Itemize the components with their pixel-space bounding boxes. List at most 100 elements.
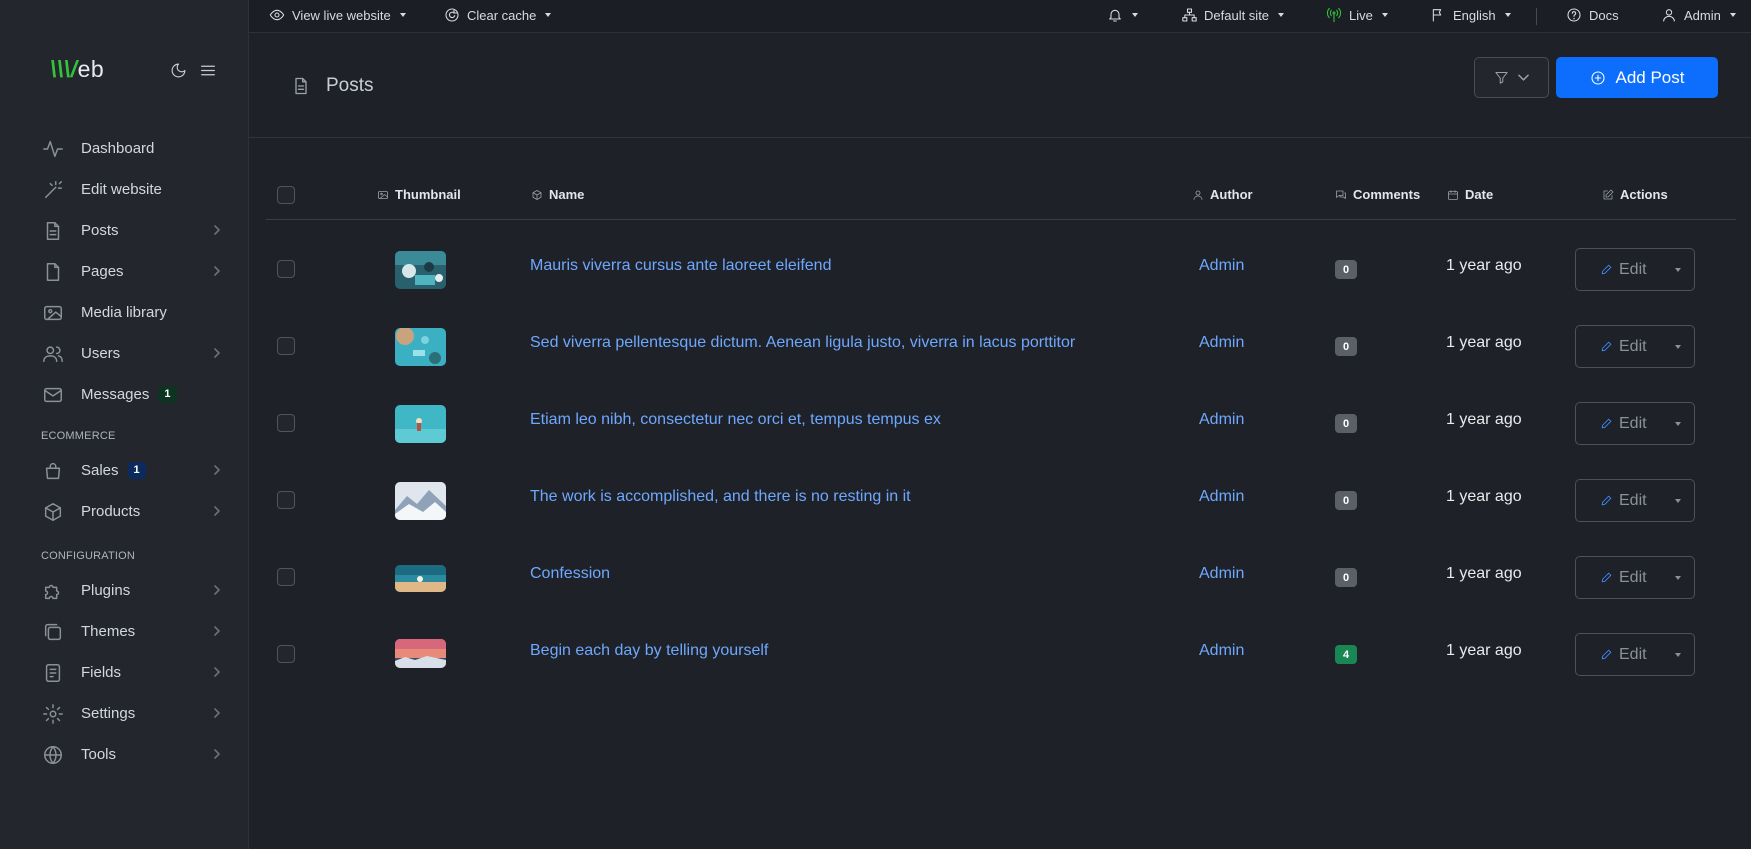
- post-thumbnail[interactable]: [395, 565, 446, 592]
- edit-dropdown-toggle[interactable]: [1662, 421, 1694, 426]
- caret-down-icon: [399, 13, 406, 17]
- edit-button[interactable]: Edit: [1576, 415, 1662, 433]
- column-author[interactable]: Author: [1192, 187, 1253, 202]
- select-all-checkbox[interactable]: [277, 186, 295, 204]
- table-header: Thumbnail Name Author Comments Date Acti…: [266, 170, 1736, 220]
- posts-table: Thumbnail Name Author Comments Date Acti…: [266, 170, 1736, 691]
- sidebar-item-users[interactable]: Users: [0, 333, 249, 374]
- moon-icon[interactable]: [170, 62, 187, 79]
- add-post-button[interactable]: Add Post: [1556, 57, 1718, 98]
- edit-button-group: Edit: [1575, 248, 1695, 291]
- sidebar-item-label: Plugins: [81, 582, 131, 599]
- edit-button[interactable]: Edit: [1576, 492, 1662, 510]
- post-thumbnail[interactable]: [395, 482, 446, 520]
- post-date: 1 year ago: [1446, 257, 1522, 274]
- filter-button[interactable]: [1474, 57, 1549, 98]
- column-comments[interactable]: Comments: [1335, 187, 1420, 202]
- clear-cache-dropdown[interactable]: Clear cache: [444, 0, 552, 30]
- live-mode-dropdown[interactable]: Live: [1326, 0, 1388, 30]
- view-live-website-dropdown[interactable]: View live website: [269, 0, 406, 30]
- edit-dropdown-toggle[interactable]: [1662, 344, 1694, 349]
- sidebar-item-label: Products: [81, 503, 141, 520]
- edit-button[interactable]: Edit: [1576, 338, 1662, 356]
- post-author-link[interactable]: Admin: [1199, 565, 1244, 583]
- brand-logo[interactable]: \\\/eb: [50, 56, 104, 83]
- user-menu-dropdown[interactable]: Admin: [1661, 0, 1736, 30]
- sidebar-item-plugins[interactable]: Plugins: [0, 570, 249, 611]
- row-checkbox[interactable]: [277, 260, 295, 278]
- docs-label: Docs: [1589, 7, 1619, 23]
- edit-button-group: Edit: [1575, 325, 1695, 368]
- pencil-icon: [1600, 648, 1613, 661]
- post-name-link[interactable]: Etiam leo nibh, consectetur nec orci et,…: [530, 411, 941, 429]
- chevron-down-icon: [1518, 74, 1529, 82]
- row-checkbox[interactable]: [277, 645, 295, 663]
- site-selector-dropdown[interactable]: Default site: [1181, 0, 1285, 30]
- language-dropdown[interactable]: English: [1430, 0, 1511, 30]
- notifications-dropdown[interactable]: [1107, 0, 1138, 30]
- sidebar-item-messages[interactable]: Messages 1: [0, 374, 249, 415]
- add-post-label: Add Post: [1615, 67, 1685, 87]
- row-checkbox[interactable]: [277, 491, 295, 509]
- row-checkbox[interactable]: [277, 337, 295, 355]
- edit-dropdown-toggle[interactable]: [1662, 267, 1694, 272]
- sidebar-item-fields[interactable]: Fields: [0, 652, 249, 693]
- edit-button[interactable]: Edit: [1576, 569, 1662, 587]
- sidebar-item-label: Users: [81, 345, 121, 362]
- bag-icon: [42, 460, 64, 482]
- post-thumbnail[interactable]: [395, 639, 446, 668]
- document-icon: [291, 75, 311, 97]
- sidebar-item-themes[interactable]: Themes: [0, 611, 249, 652]
- post-name-link[interactable]: Sed viverra pellentesque dictum. Aenean …: [530, 334, 1075, 352]
- sidebar-item-tools[interactable]: Tools: [0, 734, 249, 775]
- edit-dropdown-toggle[interactable]: [1662, 498, 1694, 503]
- plus-circle-icon: [1590, 70, 1606, 86]
- caret-down-icon: [1675, 498, 1681, 503]
- column-actions: Actions: [1602, 187, 1668, 202]
- sidebar-item-posts[interactable]: Posts: [0, 210, 249, 251]
- column-thumbnail-label: Thumbnail: [395, 187, 461, 202]
- edit-button[interactable]: Edit: [1576, 646, 1662, 664]
- sidebar-item-products[interactable]: Products: [0, 491, 249, 532]
- docs-link[interactable]: Docs: [1566, 0, 1619, 30]
- column-name[interactable]: Name: [531, 187, 584, 202]
- post-author-link[interactable]: Admin: [1199, 257, 1244, 275]
- comments-icon: [1335, 189, 1347, 201]
- user-menu-label: Admin: [1684, 7, 1721, 23]
- row-checkbox[interactable]: [277, 414, 295, 432]
- sidebar-item-dashboard[interactable]: Dashboard: [0, 128, 249, 169]
- row-checkbox[interactable]: [277, 568, 295, 586]
- post-name-link[interactable]: Confession: [530, 565, 610, 583]
- sidebar-item-settings[interactable]: Settings: [0, 693, 249, 734]
- post-name-link[interactable]: The work is accomplished, and there is n…: [530, 488, 911, 506]
- post-name-link[interactable]: Begin each day by telling yourself: [530, 642, 768, 660]
- post-thumbnail[interactable]: [395, 405, 446, 443]
- edit-dropdown-toggle[interactable]: [1662, 652, 1694, 657]
- column-date[interactable]: Date: [1447, 187, 1493, 202]
- column-thumbnail[interactable]: Thumbnail: [377, 187, 461, 202]
- sidebar-item-label: Pages: [81, 263, 124, 280]
- post-thumbnail[interactable]: [395, 251, 446, 289]
- sidebar-item-pages[interactable]: Pages: [0, 251, 249, 292]
- edit-button[interactable]: Edit: [1576, 261, 1662, 279]
- edit-dropdown-toggle[interactable]: [1662, 575, 1694, 580]
- post-thumbnail[interactable]: [395, 328, 446, 366]
- post-author-link[interactable]: Admin: [1199, 411, 1244, 429]
- live-mode-label: Live: [1349, 7, 1373, 23]
- post-author-link[interactable]: Admin: [1199, 334, 1244, 352]
- users-icon: [42, 343, 64, 365]
- sidebar-item-sales[interactable]: Sales 1: [0, 450, 249, 491]
- page-header: Posts Add Post: [249, 33, 1751, 138]
- post-author-link[interactable]: Admin: [1199, 642, 1244, 660]
- post-name-link[interactable]: Mauris viverra cursus ante laoreet eleif…: [530, 257, 831, 275]
- edit-button-group: Edit: [1575, 479, 1695, 522]
- menu-icon[interactable]: [199, 62, 217, 79]
- caret-down-icon: [1278, 13, 1285, 17]
- sidebar-item-media-library[interactable]: Media library: [0, 292, 249, 333]
- column-date-label: Date: [1465, 187, 1494, 202]
- eye-icon: [269, 7, 285, 23]
- sidebar-item-label: Fields: [81, 664, 122, 681]
- messages-count-badge: 1: [158, 386, 177, 403]
- post-author-link[interactable]: Admin: [1199, 488, 1244, 506]
- sidebar-item-edit-website[interactable]: Edit website: [0, 169, 249, 210]
